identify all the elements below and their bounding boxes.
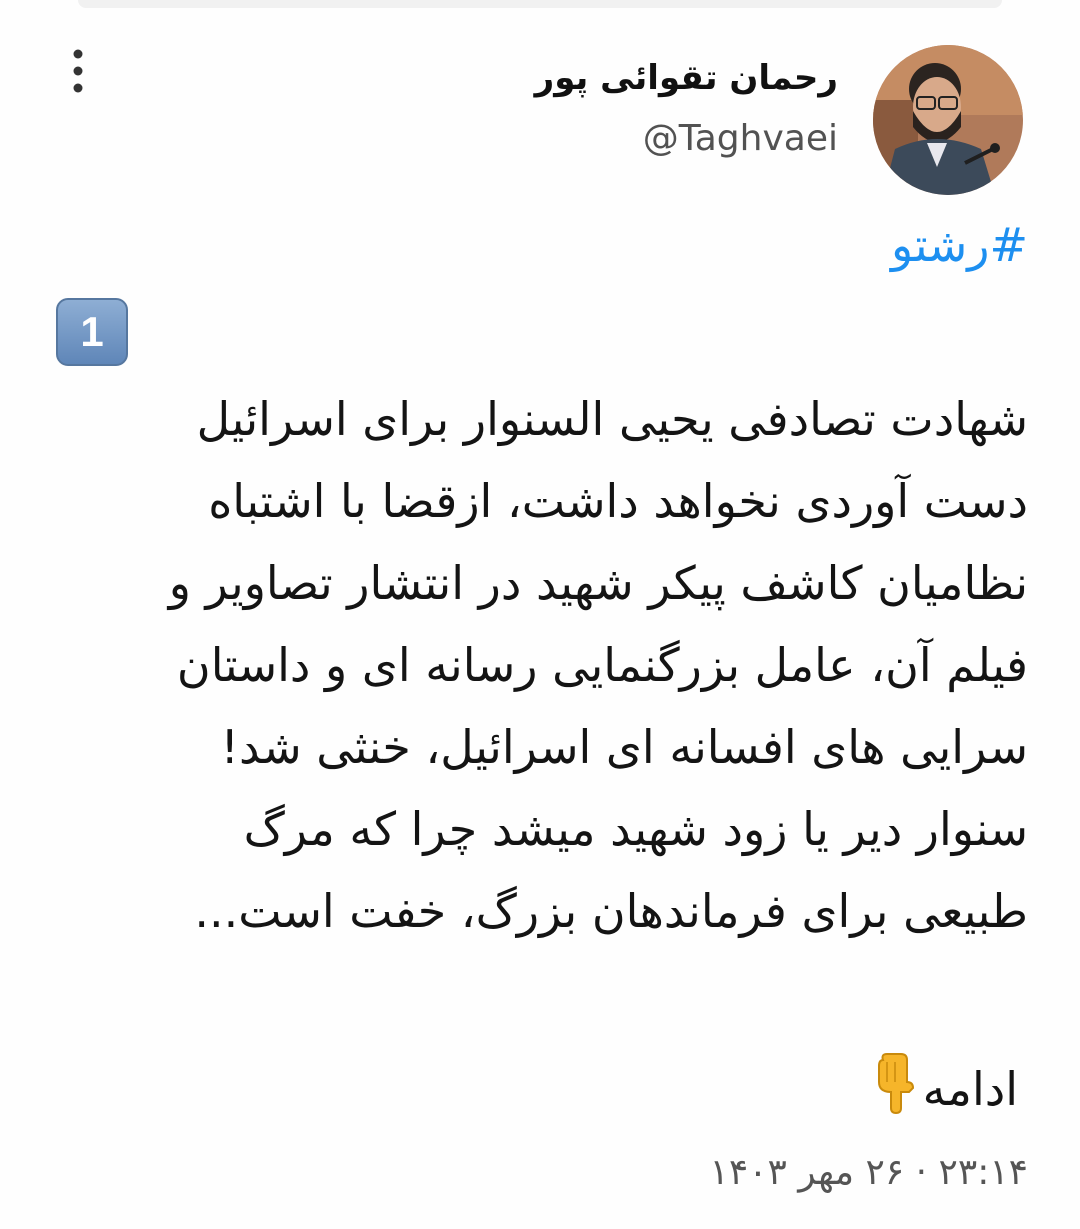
hashtag-link[interactable]: #رشتو <box>891 218 1028 272</box>
tweet-screenshot: رحمان تقوائی پور @Taghvaei #رشتو 1 شهادت… <box>0 0 1080 1229</box>
tweet-text-line: طبیعی برای فرماندهان بزرگ، خفت است... <box>194 884 1028 938</box>
author-avatar[interactable] <box>873 45 1023 195</box>
tweet-text-line: شهادت تصادفی یحیی السنوار برای اسرائیل <box>196 392 1028 446</box>
continue-note: ادامه <box>871 1052 1018 1125</box>
previous-card-edge <box>78 0 1002 8</box>
tweet-text-line: سرایی های افسانه ای اسرائیل، خنثی شد! <box>220 720 1028 774</box>
author-display-name[interactable]: رحمان تقوائی پور <box>535 58 838 98</box>
thread-number-badge: 1 <box>56 298 128 366</box>
vertical-ellipsis-icon <box>73 49 83 93</box>
tweet-text-line: سنوار دیر یا زود شهید میشد چرا که مرگ <box>243 802 1028 856</box>
more-options-button[interactable] <box>60 44 96 100</box>
tweet-timestamp[interactable]: ۲۳:۱۴ · ۲۶ مهر ۱۴۰۳ <box>710 1152 1028 1193</box>
tweet-text: شهادت تصادفی یحیی السنوار برای اسرائیل د… <box>48 378 1028 952</box>
author-handle[interactable]: @Taghvaei <box>643 118 838 159</box>
pointing-down-hand-icon <box>871 1052 917 1125</box>
continue-label: ادامه <box>922 1061 1018 1116</box>
tweet-text-line: دست آوردی نخواهد داشت، ازقضا با اشتباه <box>208 474 1028 528</box>
tweet-text-line: فیلم آن، عامل بزرگنمایی رسانه ای و داستا… <box>176 638 1028 692</box>
profile-photo-icon <box>873 45 1023 195</box>
tweet-text-line: نظامیان کاشف پیکر شهید در انتشار تصاویر … <box>168 556 1028 610</box>
